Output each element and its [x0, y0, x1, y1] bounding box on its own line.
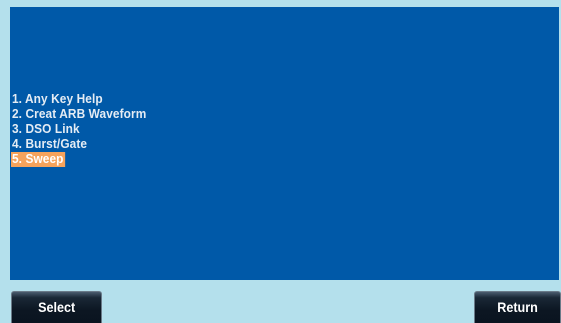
instrument-screen: 1. Any Key Help 2. Creat ARB Waveform 3.…: [0, 0, 561, 323]
select-button-label: Select: [37, 299, 76, 315]
help-menu-list: 1. Any Key Help 2. Creat ARB Waveform 3.…: [11, 92, 156, 167]
select-button[interactable]: Select: [11, 291, 102, 323]
menu-item-creat-arb-waveform[interactable]: 2. Creat ARB Waveform: [11, 107, 148, 122]
return-button-label: Return: [497, 299, 538, 315]
menu-item-burst-gate[interactable]: 4. Burst/Gate: [11, 137, 89, 152]
menu-item-sweep[interactable]: 5. Sweep: [11, 152, 66, 167]
return-button[interactable]: Return: [474, 291, 561, 323]
help-menu-panel: 1. Any Key Help 2. Creat ARB Waveform 3.…: [10, 7, 559, 280]
menu-item-any-key-help[interactable]: 1. Any Key Help: [11, 92, 105, 107]
menu-item-dso-link[interactable]: 3. DSO Link: [11, 122, 82, 137]
